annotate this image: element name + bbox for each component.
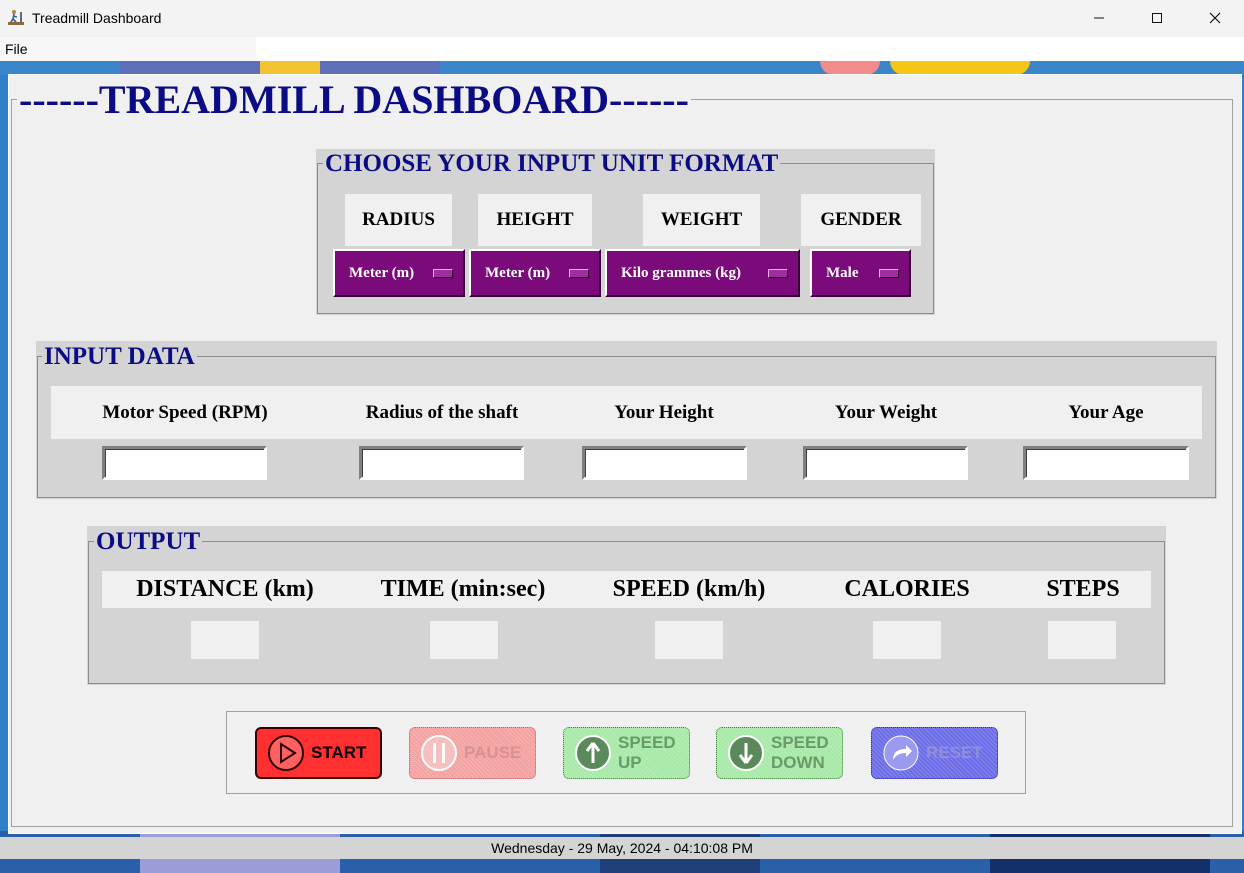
unit-format-title: CHOOSE YOUR INPUT UNIT FORMAT xyxy=(323,149,781,179)
weight-unit-label: WEIGHT xyxy=(643,194,760,246)
app-icon xyxy=(6,8,26,28)
gender-menu[interactable]: Male xyxy=(810,249,911,297)
time-output xyxy=(430,621,498,659)
input-data-group: INPUT DATA Motor Speed (RPM) Radius of t… xyxy=(36,341,1217,499)
dropdown-indicator-icon xyxy=(433,269,453,278)
dashboard-title: ------TREADMILL DASHBOARD------ xyxy=(17,77,691,123)
dropdown-indicator-icon xyxy=(569,269,589,278)
time-label: TIME (min:sec) xyxy=(380,576,546,602)
steps-label: STEPS xyxy=(1046,576,1120,602)
dropdown-indicator-icon xyxy=(879,269,899,278)
minimize-icon xyxy=(1094,17,1104,19)
speed-up-button[interactable]: SPEED UP xyxy=(563,727,690,779)
title-bar: Treadmill Dashboard xyxy=(0,0,1244,36)
start-button[interactable]: START xyxy=(255,727,382,779)
datetime-label: Wednesday - 29 May, 2024 - 04:10:08 PM xyxy=(491,840,753,856)
maximize-button[interactable] xyxy=(1128,0,1186,36)
your-weight-label: Your Weight xyxy=(834,401,938,423)
menu-bar: File xyxy=(0,37,256,61)
menu-file[interactable]: File xyxy=(5,41,28,57)
motor-speed-input[interactable] xyxy=(102,446,267,480)
reset-button[interactable]: RESET xyxy=(871,727,998,779)
arrow-up-icon xyxy=(575,735,611,771)
radius-unit-label: RADIUS xyxy=(345,194,452,246)
distance-output xyxy=(191,621,259,659)
unit-format-group: CHOOSE YOUR INPUT UNIT FORMAT RADIUS HEI… xyxy=(316,149,935,315)
your-height-label: Your Height xyxy=(614,401,714,423)
height-unit-menu[interactable]: Meter (m) xyxy=(469,249,601,297)
shaft-radius-input[interactable] xyxy=(359,446,524,480)
weight-input[interactable] xyxy=(803,446,968,480)
age-input[interactable] xyxy=(1023,446,1189,480)
arrow-down-icon xyxy=(728,735,764,771)
your-age-label: Your Age xyxy=(1068,401,1144,423)
status-bar: Wednesday - 29 May, 2024 - 04:10:08 PM xyxy=(0,837,1244,859)
play-icon xyxy=(268,735,304,771)
height-input[interactable] xyxy=(582,446,747,480)
close-icon xyxy=(1209,12,1221,24)
output-title: OUTPUT xyxy=(94,526,203,558)
radius-unit-menu[interactable]: Meter (m) xyxy=(333,249,465,297)
menu-bar-filler xyxy=(256,37,1244,61)
speed-down-button[interactable]: SPEED DOWN xyxy=(716,727,843,779)
window-title: Treadmill Dashboard xyxy=(32,10,162,26)
speed-output xyxy=(655,621,723,659)
maximize-icon xyxy=(1152,13,1162,23)
gender-label: GENDER xyxy=(801,194,921,246)
output-group: OUTPUT DISTANCE (km) TIME (min:sec) SPEE… xyxy=(87,526,1166,685)
steps-output xyxy=(1048,621,1116,659)
input-data-title: INPUT DATA xyxy=(42,341,197,373)
shaft-radius-label: Radius of the shaft xyxy=(365,401,519,423)
controls-bar: START PAUSE SPEED UP SPEED DOWN RESET xyxy=(226,711,1026,794)
speed-label: SPEED (km/h) xyxy=(612,576,766,602)
height-unit-label: HEIGHT xyxy=(478,194,592,246)
calories-output xyxy=(873,621,941,659)
motor-speed-label: Motor Speed (RPM) xyxy=(102,401,268,423)
pause-icon xyxy=(421,735,457,771)
close-button[interactable] xyxy=(1186,0,1244,36)
minimize-button[interactable] xyxy=(1070,0,1128,36)
weight-unit-menu[interactable]: Kilo grammes (kg) xyxy=(605,249,800,297)
dropdown-indicator-icon xyxy=(768,269,788,278)
distance-label: DISTANCE (km) xyxy=(136,576,314,602)
reset-arrow-icon xyxy=(883,735,919,771)
pause-button[interactable]: PAUSE xyxy=(409,727,536,779)
